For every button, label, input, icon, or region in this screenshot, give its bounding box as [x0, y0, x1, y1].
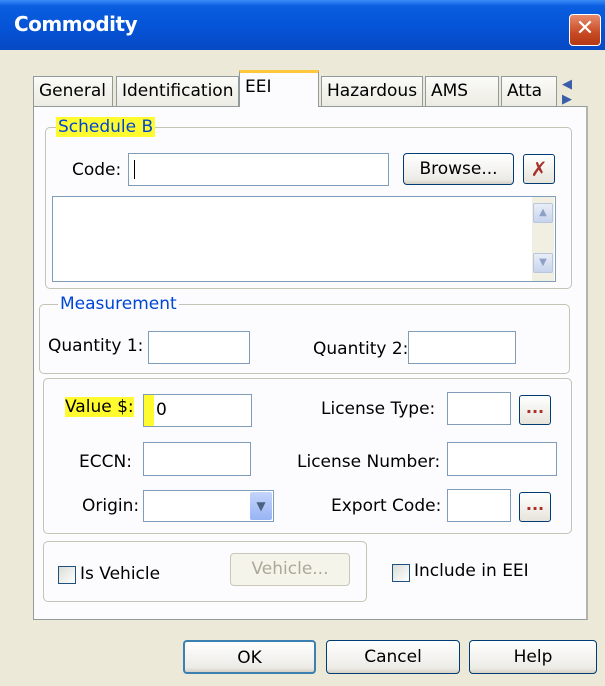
scroll-down-icon[interactable]: ▼: [533, 253, 553, 273]
license-number-input[interactable]: [447, 442, 557, 476]
tab-identification[interactable]: Identification: [116, 76, 239, 106]
quantity1-label: Quantity 1:: [48, 336, 144, 356]
license-type-input[interactable]: [447, 392, 511, 425]
chevron-down-icon[interactable]: ▼: [250, 492, 272, 520]
value-input[interactable]: 0: [154, 394, 252, 427]
measurement-legend: Measurement: [58, 294, 179, 314]
origin-label: Origin:: [82, 496, 140, 516]
scroll-up-icon[interactable]: ▲: [533, 203, 553, 223]
license-number-label: License Number:: [297, 452, 441, 472]
code-label: Code:: [72, 160, 122, 180]
close-button[interactable]: ✕: [569, 14, 601, 46]
quantity2-input[interactable]: [408, 331, 516, 364]
tab-ams[interactable]: AMS: [425, 76, 499, 106]
tab-hazardous[interactable]: Hazardous: [321, 76, 423, 106]
tab-scroll-arrows[interactable]: ◀ ▶: [562, 77, 592, 107]
tab-general[interactable]: General: [33, 76, 113, 106]
eccn-label: ECCN:: [79, 452, 132, 472]
schedule-b-legend: Schedule B: [56, 117, 156, 137]
text-cursor: [134, 160, 135, 179]
export-code-input[interactable]: [447, 489, 511, 522]
origin-select[interactable]: ▼: [143, 490, 274, 522]
is-vehicle-checkbox[interactable]: [58, 566, 76, 584]
cancel-button[interactable]: Cancel: [326, 640, 460, 674]
is-vehicle-label: Is Vehicle: [80, 564, 161, 584]
quantity2-label: Quantity 2:: [313, 339, 409, 359]
clear-code-icon[interactable]: ✗: [523, 154, 555, 184]
browse-button[interactable]: Browse...: [403, 153, 514, 185]
ok-button[interactable]: OK: [183, 640, 316, 674]
commodity-dialog: Commodity ✕ General Identification EEI H…: [0, 0, 605, 686]
license-type-label: License Type:: [321, 399, 436, 419]
tab-attachments[interactable]: Atta: [501, 76, 557, 106]
description-textarea[interactable]: [52, 196, 556, 282]
vehicle-button[interactable]: Vehicle...: [230, 553, 350, 586]
value-label: Value $:: [65, 397, 134, 417]
code-input[interactable]: [128, 153, 389, 186]
tab-eei[interactable]: EEI: [239, 70, 319, 107]
eccn-input[interactable]: [143, 442, 251, 476]
include-in-eei-checkbox[interactable]: [392, 564, 410, 582]
title-bar[interactable]: Commodity ✕: [0, 0, 605, 50]
include-in-eei-label: Include in EEI: [414, 561, 529, 581]
description-scrollbar[interactable]: ▲ ▼: [532, 197, 554, 281]
help-button[interactable]: Help: [469, 640, 597, 674]
license-type-lookup-button[interactable]: ...: [519, 395, 551, 425]
export-code-lookup-button[interactable]: ...: [519, 492, 551, 522]
quantity1-input[interactable]: [148, 331, 250, 364]
window-title: Commodity: [14, 12, 138, 36]
export-code-label: Export Code:: [331, 496, 442, 516]
